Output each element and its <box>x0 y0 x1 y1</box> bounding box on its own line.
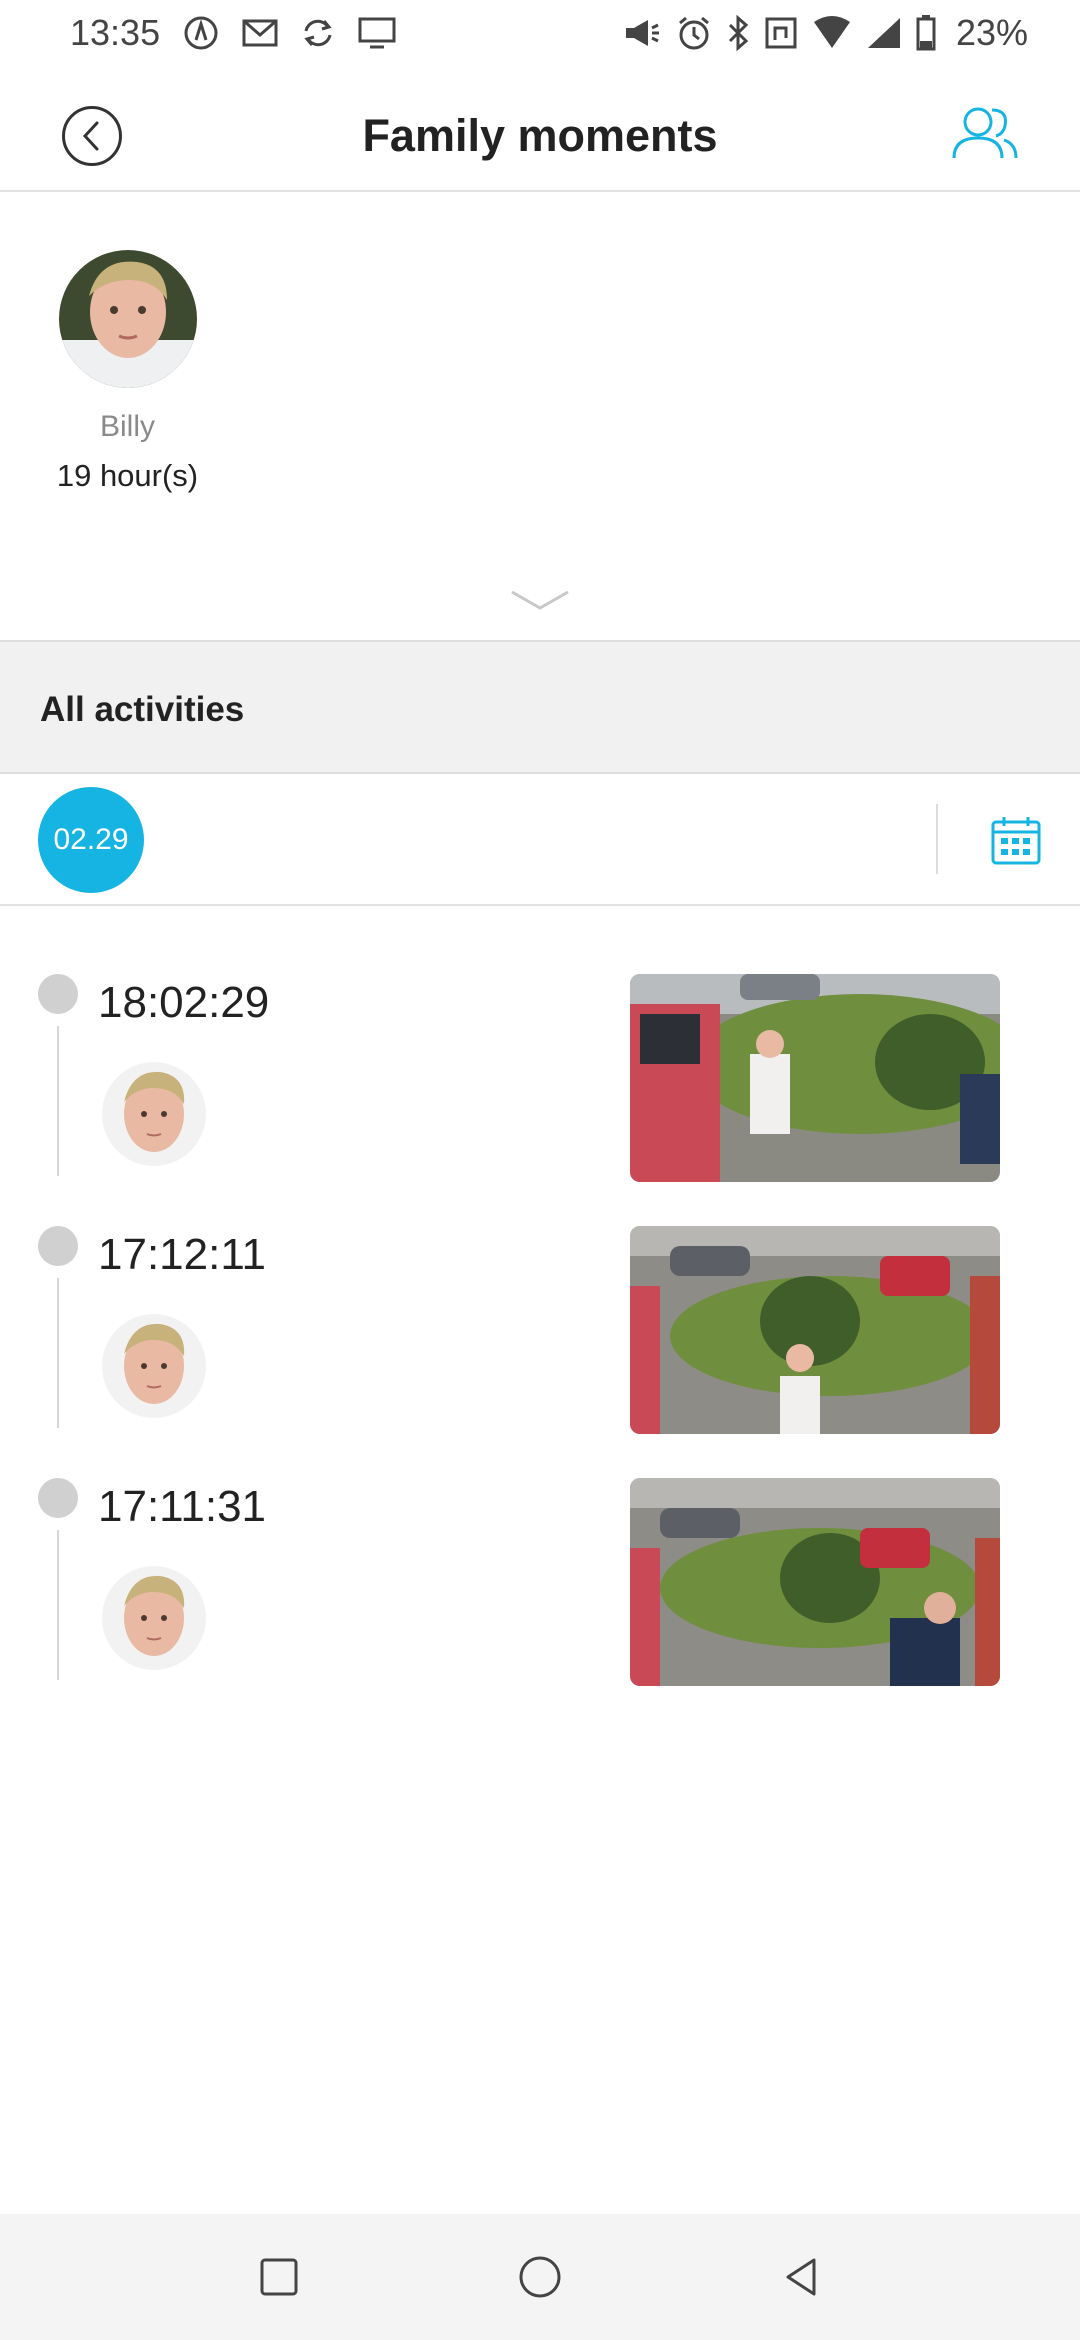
recents-button[interactable] <box>254 2252 304 2302</box>
calendar-icon <box>991 817 1041 865</box>
triangle-back-icon <box>786 2258 816 2296</box>
battery-icon <box>916 15 936 51</box>
system-navigation-bar <box>0 2214 1080 2340</box>
activity-snapshot[interactable] <box>630 1226 1000 1434</box>
avatar <box>102 1062 206 1166</box>
activity-item[interactable]: 17:11:31 <box>0 1478 1080 1730</box>
square-icon <box>260 2258 298 2296</box>
status-right-icons: 23% <box>622 12 1028 54</box>
expand-members-button[interactable] <box>508 586 572 614</box>
member-name: Billy <box>99 410 155 443</box>
status-left-icons <box>182 14 396 52</box>
wifi-icon <box>813 16 850 48</box>
date-chip[interactable]: 02.29 <box>38 787 144 893</box>
battery-percentage: 23% <box>955 12 1028 53</box>
family-members-button[interactable] <box>950 102 1020 164</box>
circle-icon <box>519 2256 561 2298</box>
cell-signal-icon <box>867 18 900 48</box>
page-title: Family moments <box>362 110 718 161</box>
activity-time: 18:02:29 <box>98 978 270 1027</box>
alarm-icon <box>678 16 709 50</box>
activity-item[interactable]: 18:02:29 <box>0 974 1080 1226</box>
app-notification-icon <box>184 16 218 50</box>
avatar <box>102 1566 206 1670</box>
member-hours: 19 hour(s) <box>56 458 199 493</box>
timeline-dot <box>38 1478 78 1518</box>
bluetooth-icon <box>728 15 749 51</box>
back-nav-button[interactable] <box>776 2252 826 2302</box>
section-title: All activities <box>40 690 245 729</box>
calendar-button[interactable] <box>990 814 1042 866</box>
home-button[interactable] <box>515 2252 565 2302</box>
chevron-down-icon <box>511 590 569 610</box>
activity-snapshot[interactable] <box>630 974 1000 1182</box>
screen-cast-icon <box>358 17 396 49</box>
status-bar: 13:35 23% <box>0 0 1080 66</box>
people-icon <box>952 107 1018 159</box>
nfc-icon <box>765 17 797 49</box>
divider <box>936 804 938 874</box>
activity-item[interactable]: 17:12:11 <box>0 1226 1080 1478</box>
gmail-icon <box>242 19 278 47</box>
timeline-dot <box>38 974 78 1014</box>
avatar <box>102 1314 206 1418</box>
sync-icon <box>304 19 332 47</box>
app-header: Family moments <box>0 66 1080 192</box>
timeline-line <box>57 1278 59 1428</box>
activity-time: 17:11:31 <box>98 1482 267 1531</box>
activity-snapshot[interactable] <box>630 1478 1000 1686</box>
megaphone-icon <box>625 20 659 46</box>
activities-section-header: All activities <box>0 640 1080 774</box>
date-selector-row: 02.29 <box>0 774 1080 906</box>
timeline-dot <box>38 1226 78 1266</box>
activity-time: 17:12:11 <box>98 1230 267 1279</box>
timeline-line <box>57 1530 59 1680</box>
timeline-line <box>57 1026 59 1176</box>
family-member-billy[interactable]: Billy 19 hour(s) <box>40 250 215 494</box>
avatar <box>58 250 197 388</box>
boy-face-photo <box>58 250 197 388</box>
status-time: 13:35 <box>70 12 161 53</box>
